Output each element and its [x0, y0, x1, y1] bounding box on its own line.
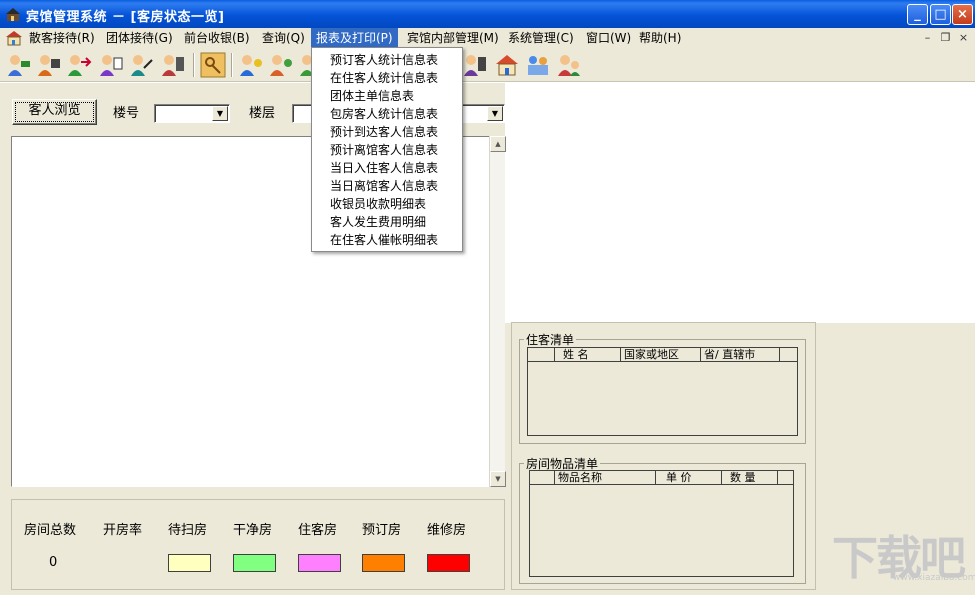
reserved-room-swatch [362, 554, 405, 572]
guest-browse-button[interactable]: 客人浏览 [12, 99, 97, 125]
mdi-child-icon[interactable] [5, 30, 23, 46]
menu-front-desk-cashier[interactable]: 前台收银(B) [179, 28, 255, 48]
reports-dropdown-menu: 预订客人统计信息表 在住客人统计信息表 团体主单信息表 包房客人统计信息表 预计… [311, 47, 463, 252]
guest-group-icon[interactable] [160, 52, 186, 78]
maximize-icon[interactable]: □ [930, 4, 951, 25]
menu-group-reception[interactable]: 团体接待(G) [101, 28, 178, 48]
occupied-room-swatch [298, 554, 341, 572]
item-name-column[interactable]: 物品名称 [555, 471, 656, 485]
close-icon[interactable]: × [952, 4, 973, 25]
room-items-grid[interactable]: 物品名称 单 价 数 量 [529, 470, 794, 577]
menu-query[interactable]: 查询(Q) [257, 28, 310, 48]
toolbar-separator [193, 53, 195, 77]
to-clean-label: 待扫房 [168, 523, 208, 538]
key-icon[interactable] [200, 52, 226, 78]
guest-billing-icon[interactable] [98, 52, 124, 78]
occupancy-rate-label: 开房率 [103, 523, 143, 538]
quantity-column[interactable]: 数 量 [722, 471, 778, 485]
unit-price-column[interactable]: 单 价 [656, 471, 722, 485]
guest-list-grid[interactable]: 姓 名 国家或地区 省/ 直辖市 [527, 347, 798, 436]
guest-change-room-icon[interactable] [66, 52, 92, 78]
menu-item-inhouse-dunning[interactable]: 在住客人催帐明细表 [312, 231, 462, 249]
menu-item-reservation-stats[interactable]: 预订客人统计信息表 [312, 51, 462, 69]
menu-internal-management[interactable]: 宾馆内部管理(M) [402, 28, 504, 48]
mdi-minimize-icon[interactable]: – [920, 31, 935, 45]
menu-item-room-package-stats[interactable]: 包房客人统计信息表 [312, 105, 462, 123]
menu-item-expected-arrivals[interactable]: 预计到达客人信息表 [312, 123, 462, 141]
building-label: 楼号 [113, 106, 140, 121]
cashier-icon[interactable] [238, 52, 264, 78]
staff-icon[interactable] [556, 52, 582, 78]
clean-room-swatch [233, 554, 276, 572]
guest-checkin-icon[interactable] [6, 52, 32, 78]
menu-item-group-master[interactable]: 团体主单信息表 [312, 87, 462, 105]
total-rooms-label: 房间总数 [24, 523, 77, 538]
guest-country-column[interactable]: 国家或地区 [621, 348, 701, 362]
chevron-down-icon[interactable]: ▼ [487, 106, 503, 121]
menu-item-today-checkouts[interactable]: 当日离馆客人信息表 [312, 177, 462, 195]
report-icon[interactable] [462, 52, 488, 78]
menu-item-guest-charges[interactable]: 客人发生费用明细 [312, 213, 462, 231]
toolbar [0, 48, 975, 82]
menu-item-today-checkins[interactable]: 当日入住客人信息表 [312, 159, 462, 177]
refund-icon[interactable] [268, 52, 294, 78]
mdi-restore-icon[interactable]: ❐ [938, 31, 953, 45]
toolbar-separator [231, 53, 233, 77]
mdi-close-icon[interactable]: × [956, 31, 971, 45]
reserved-room-label: 预订房 [362, 523, 402, 538]
guest-reservation-icon[interactable] [129, 52, 155, 78]
guest-checkout-icon[interactable] [36, 52, 62, 78]
menu-item-inhouse-stats[interactable]: 在住客人统计信息表 [312, 69, 462, 87]
vertical-scrollbar[interactable]: ▲ ▼ [489, 136, 506, 487]
title-bar[interactable]: 宾馆管理系统 － [客房状态一览] _ □ × [0, 0, 975, 28]
menu-walkin-reception[interactable]: 散客接待(R) [24, 28, 100, 48]
maintenance-room-label: 维修房 [427, 523, 467, 538]
users-icon[interactable] [525, 52, 551, 78]
menu-item-cashier-receipts[interactable]: 收银员收款明细表 [312, 195, 462, 213]
scroll-up-icon[interactable]: ▲ [490, 136, 506, 152]
menu-help[interactable]: 帮助(H) [634, 28, 686, 48]
floor-label: 楼层 [249, 106, 276, 121]
building-select[interactable]: ▼ [154, 104, 230, 123]
right-blank-area [505, 83, 975, 323]
total-rooms-value: 0 [49, 555, 58, 570]
app-icon [6, 8, 20, 21]
row-indicator-header [530, 471, 555, 485]
room-status-icon[interactable] [494, 52, 520, 78]
occupied-room-label: 住客房 [298, 523, 338, 538]
chevron-down-icon[interactable]: ▼ [212, 106, 228, 121]
guest-name-column[interactable]: 姓 名 [555, 348, 621, 362]
minimize-icon[interactable]: _ [907, 4, 928, 25]
row-indicator-header [528, 348, 555, 362]
to-clean-swatch [168, 554, 211, 572]
menu-reports-print[interactable]: 报表及打印(P) [311, 28, 398, 48]
menu-window[interactable]: 窗口(W) [581, 28, 636, 48]
clean-room-label: 干净房 [233, 523, 273, 538]
window-title: 宾馆管理系统 － [客房状态一览] [26, 10, 225, 25]
menu-bar: 散客接待(R) 团体接待(G) 前台收银(B) 查询(Q) 报表及打印(P) 宾… [0, 28, 975, 48]
menu-system-management[interactable]: 系统管理(C) [503, 28, 579, 48]
room-stats-panel [11, 499, 505, 590]
menu-item-expected-departures[interactable]: 预计离馆客人信息表 [312, 141, 462, 159]
room-items-header: 物品名称 单 价 数 量 [530, 471, 793, 485]
watermark-url: www.xiazaiba.com [893, 573, 975, 583]
guest-province-column[interactable]: 省/ 直辖市 [701, 348, 780, 362]
guest-list-title: 住客清单 [526, 333, 575, 347]
scroll-down-icon[interactable]: ▼ [490, 471, 506, 487]
maintenance-room-swatch [427, 554, 470, 572]
guest-list-header: 姓 名 国家或地区 省/ 直辖市 [528, 348, 797, 362]
